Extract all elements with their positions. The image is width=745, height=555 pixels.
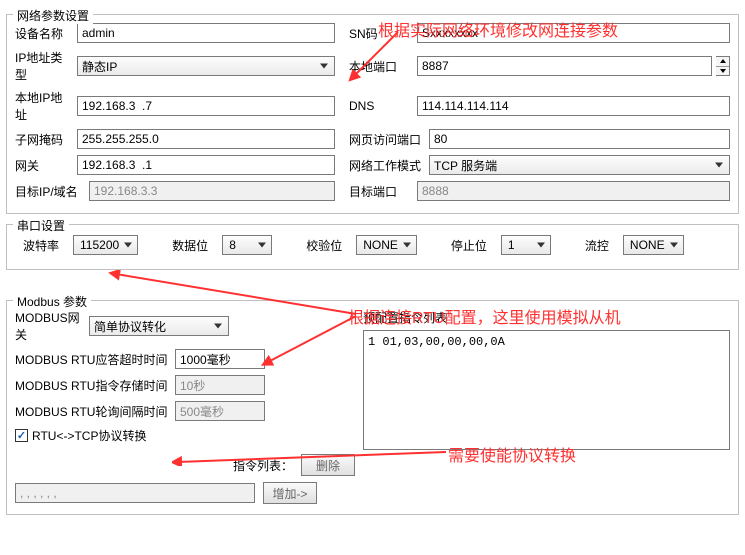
dns-input[interactable]	[417, 96, 730, 116]
device-name-label: 设备名称	[15, 25, 71, 42]
parity-label: 校验位	[306, 237, 342, 254]
cmd-store-label: MODBUS RTU指令存储时间	[15, 377, 175, 394]
net-mode-select[interactable]: TCP 服务端	[429, 155, 730, 175]
cmd-store-input: 10秒	[175, 375, 265, 395]
modbus-gateway-select[interactable]: 简单协议转化	[89, 316, 229, 336]
device-name-input[interactable]	[77, 23, 335, 43]
web-port-input[interactable]	[429, 129, 730, 149]
annotation-network: 根据实际网络环境修改网连接参数	[378, 17, 618, 41]
local-port-input[interactable]	[417, 56, 712, 76]
modbus-gateway-label: MODBUS网关	[15, 309, 89, 343]
local-ip-label: 本地IP地址	[15, 89, 71, 123]
local-ip-input[interactable]	[77, 96, 335, 116]
gateway-input[interactable]	[77, 155, 335, 175]
local-port-spinner[interactable]	[716, 56, 730, 76]
rtu-tcp-label: RTU<->TCP协议转换	[32, 427, 146, 444]
preset-item[interactable]: 1 01,03,00,00,00,0A	[368, 335, 725, 349]
network-fieldset: 网络参数设置 设备名称 SN码 IP地址类型 静态IP 本地端口 本地IP地址	[6, 14, 739, 214]
mask-input[interactable]	[77, 129, 335, 149]
network-legend: 网络参数设置	[13, 7, 93, 24]
annotation-enable: 需要使能协议转换	[448, 442, 576, 466]
annotation-rtu: 根据连接RTU配置，这里使用模拟从机	[348, 304, 621, 328]
modbus-fieldset: Modbus 参数 MODBUS网关 简单协议转化 MODBUS RTU应答超时…	[6, 300, 739, 515]
target-ip-input	[89, 181, 335, 201]
flow-label: 流控	[585, 237, 609, 254]
stopbits-label: 停止位	[451, 237, 487, 254]
serial-fieldset: 串口设置 波特率 115200 数据位 8 校验位 NONE 停止位 1 流控 …	[6, 224, 739, 270]
modbus-legend: Modbus 参数	[13, 293, 91, 310]
baud-select[interactable]: 115200	[73, 235, 138, 255]
ip-mode-select[interactable]: 静态IP	[77, 56, 335, 76]
web-port-label: 网页访问端口	[349, 131, 425, 148]
net-mode-label: 网络工作模式	[349, 157, 425, 174]
poll-interval-label: MODBUS RTU轮询间隔时间	[15, 403, 175, 420]
rtu-tcp-checkbox[interactable]	[15, 429, 28, 442]
dns-label: DNS	[349, 99, 413, 113]
target-port-input	[417, 181, 730, 201]
serial-legend: 串口设置	[13, 217, 69, 234]
target-port-label: 目标端口	[349, 183, 413, 200]
rtu-timeout-input[interactable]: 1000毫秒	[175, 349, 265, 369]
target-ip-label: 目标IP/域名	[15, 183, 83, 200]
local-port-label: 本地端口	[349, 58, 413, 75]
add-button[interactable]: 增加->	[263, 482, 317, 504]
flow-select[interactable]: NONE	[623, 235, 684, 255]
delete-button[interactable]: 删除	[301, 454, 355, 476]
databits-select[interactable]: 8	[222, 235, 272, 255]
gateway-label: 网关	[15, 157, 71, 174]
cmd-input	[15, 483, 255, 503]
ip-mode-label: IP地址类型	[15, 49, 71, 83]
mask-label: 子网掩码	[15, 131, 71, 148]
databits-label: 数据位	[172, 237, 208, 254]
baud-label: 波特率	[23, 237, 59, 254]
stopbits-select[interactable]: 1	[501, 235, 551, 255]
rtu-timeout-label: MODBUS RTU应答超时时间	[15, 351, 175, 368]
preset-listbox[interactable]: 1 01,03,00,00,00,0A	[363, 330, 730, 450]
parity-select[interactable]: NONE	[356, 235, 417, 255]
poll-interval-input: 500毫秒	[175, 401, 265, 421]
cmd-list-label: 指令列表：	[233, 457, 293, 474]
